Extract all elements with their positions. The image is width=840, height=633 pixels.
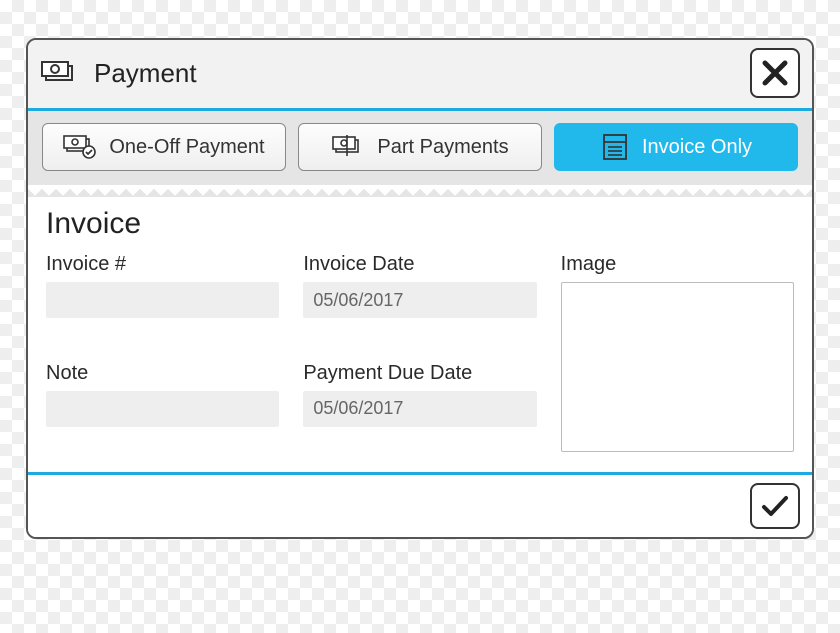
field-label: Invoice #: [46, 253, 279, 276]
tab-label: Part Payments: [377, 136, 508, 159]
field-note: Note: [46, 362, 279, 453]
invoice-date-input[interactable]: [303, 282, 536, 318]
field-label: Payment Due Date: [303, 362, 536, 385]
invoice-doc-icon: [600, 132, 630, 162]
close-button[interactable]: [750, 48, 800, 98]
tab-one-off-payment[interactable]: One-Off Payment: [42, 123, 286, 171]
note-input[interactable]: [46, 391, 279, 427]
check-icon: [760, 493, 790, 519]
field-invoice-date: Invoice Date: [303, 253, 536, 344]
invoice-number-input[interactable]: [46, 282, 279, 318]
field-due-date: Payment Due Date: [303, 362, 536, 453]
field-label: Note: [46, 362, 279, 385]
tab-label: One-Off Payment: [109, 136, 264, 159]
confirm-button[interactable]: [750, 483, 800, 529]
modal-title: Payment: [94, 58, 197, 89]
header-left: Payment: [40, 58, 197, 89]
image-upload-box[interactable]: [561, 282, 794, 452]
field-image: Image: [561, 253, 794, 452]
due-date-input[interactable]: [303, 391, 536, 427]
section-title: Invoice: [46, 207, 794, 241]
modal-header: Payment: [28, 40, 812, 111]
cash-icon: [40, 58, 80, 88]
tab-part-payments[interactable]: Part Payments: [298, 123, 542, 171]
field-label: Image: [561, 253, 794, 276]
tab-invoice-only[interactable]: Invoice Only: [554, 123, 798, 171]
invoice-section: Invoice Invoice # Invoice Date Image Not…: [28, 197, 812, 472]
close-icon: [761, 59, 789, 87]
tabs: One-Off Payment Part Payments: [28, 111, 812, 185]
field-invoice-number: Invoice #: [46, 253, 279, 344]
tab-label: Invoice Only: [642, 136, 752, 159]
modal-footer: [28, 472, 812, 537]
cash-check-icon: [63, 135, 97, 159]
payment-modal: Payment One-Off Payment: [26, 38, 814, 539]
form-grid: Invoice # Invoice Date Image Note Paymen…: [46, 253, 794, 452]
cash-split-icon: [331, 135, 365, 159]
receipt-edge-decoration: [28, 185, 812, 197]
field-label: Invoice Date: [303, 253, 536, 276]
